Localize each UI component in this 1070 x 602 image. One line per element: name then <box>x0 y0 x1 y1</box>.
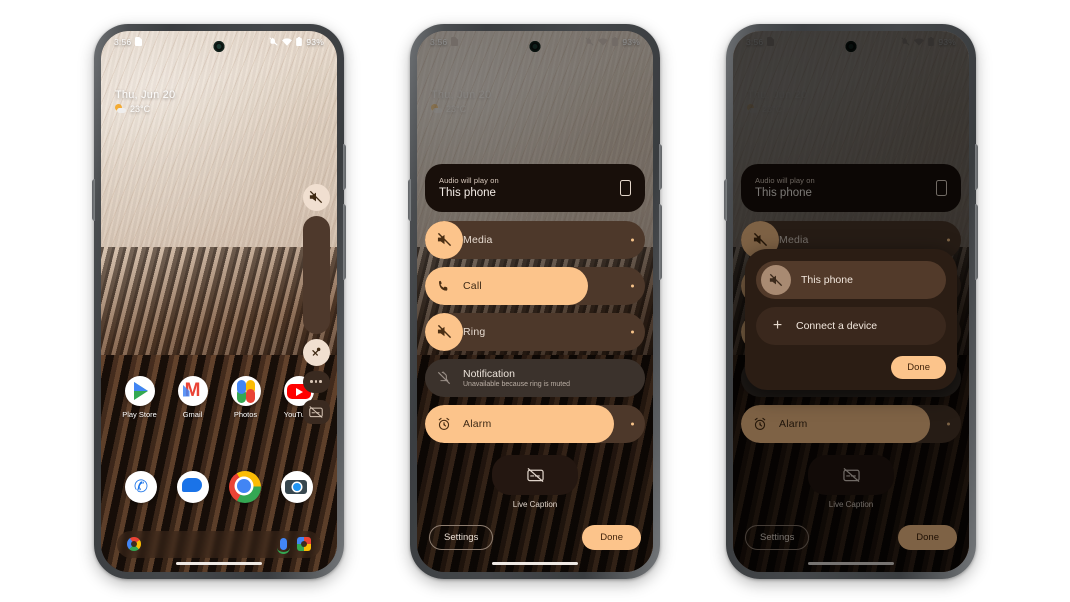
phone-1-screen: 3:56 93% Thu, Jun 20 23°C Play Store M G… <box>101 30 337 572</box>
plus-icon: + <box>772 316 783 334</box>
slider-label: Media <box>463 233 493 246</box>
live-caption-label: Live Caption <box>512 499 558 509</box>
ring-muted-icon <box>425 312 463 351</box>
slider-label: Ring <box>463 325 486 338</box>
picker-item-label: Connect a device <box>796 319 878 332</box>
volume-muted-icon <box>425 220 463 259</box>
gmail-icon <box>177 375 208 406</box>
google-g-icon <box>127 537 141 551</box>
live-caption-icon <box>526 467 544 482</box>
partly-cloudy-icon <box>115 103 126 115</box>
slider-alarm[interactable]: Alarm <box>425 404 645 443</box>
audio-output-card[interactable]: Audio will play on This phone <box>425 163 645 212</box>
camera-icon[interactable] <box>281 470 313 503</box>
phone-2-screen: 3:56 93% Thu, Jun 20 23°C Audio will pla… <box>417 30 653 572</box>
slider-call[interactable]: Call <box>425 266 645 305</box>
widget-temperature: 23°C <box>130 104 151 114</box>
picker-done-button[interactable]: Done <box>891 355 946 379</box>
power-button[interactable] <box>975 203 978 280</box>
chrome-icon[interactable] <box>229 470 261 503</box>
volume-buttons[interactable] <box>975 143 978 190</box>
slider-label: Notification <box>463 367 515 380</box>
volume-sliders: Media Call <box>425 220 645 443</box>
phone-3-screen: 3:56 93% <box>733 30 969 572</box>
output-subtitle: Audio will play on <box>439 176 499 185</box>
microphone-icon[interactable] <box>277 538 290 554</box>
app-label: Play Store <box>122 409 157 419</box>
phone-icon[interactable] <box>125 470 157 503</box>
live-caption-section: Live Caption <box>425 454 645 509</box>
slider-end-dot <box>631 238 634 241</box>
phone-2-volume-panel: 3:56 93% Thu, Jun 20 23°C Audio will pla… <box>408 23 662 579</box>
slider-end-dot <box>631 422 634 425</box>
app-photos[interactable]: Photos <box>223 375 269 419</box>
front-camera <box>213 40 225 52</box>
google-search-bar[interactable] <box>117 530 321 558</box>
sim-card-icon <box>135 37 143 46</box>
widget-weather: 23°C <box>115 103 175 115</box>
alarm-icon <box>425 417 463 431</box>
google-photos-icon <box>230 375 261 406</box>
play-store-icon <box>124 375 155 406</box>
messages-icon[interactable] <box>177 470 209 503</box>
at-a-glance-widget[interactable]: Thu, Jun 20 23°C <box>115 89 175 115</box>
notification-muted-icon <box>425 371 463 385</box>
phone-3-output-picker: 3:56 93% <box>724 23 978 579</box>
call-icon <box>425 279 463 293</box>
dialog-actions: Settings Done <box>425 524 645 564</box>
battery-percent: 93% <box>306 36 324 47</box>
output-title: This phone <box>439 187 496 199</box>
volume-muted-icon <box>761 264 791 295</box>
volume-rail <box>301 183 331 424</box>
dock <box>101 470 337 503</box>
slider-end-dot <box>631 330 634 333</box>
slider-label: Call <box>463 279 482 292</box>
live-caption-icon[interactable] <box>302 399 330 424</box>
gesture-bar[interactable] <box>176 561 262 565</box>
widget-date: Thu, Jun 20 <box>115 88 176 101</box>
done-button[interactable]: Done <box>582 524 641 550</box>
volume-buttons[interactable] <box>343 143 346 190</box>
slider-sublabel: Unavailable because ring is muted <box>463 380 571 388</box>
picker-item-label: This phone <box>801 273 853 286</box>
phone-showcase: 3:56 93% Thu, Jun 20 23°C Play Store M G… <box>0 0 1070 602</box>
slider-media[interactable]: Media <box>425 220 645 259</box>
app-label: Gmail <box>182 409 203 419</box>
ring-muted-icon <box>269 37 278 46</box>
slider-end-dot <box>631 284 634 287</box>
settings-button[interactable]: Settings <box>429 524 494 550</box>
status-time: 3:56 <box>114 36 132 47</box>
picker-item-connect-device[interactable]: + Connect a device <box>756 306 946 345</box>
volume-slider-track[interactable] <box>302 215 330 334</box>
more-options-icon[interactable] <box>302 370 330 393</box>
slider-ring[interactable]: Ring <box>425 312 645 351</box>
power-button[interactable] <box>343 203 346 280</box>
picker-item-this-phone[interactable]: This phone <box>756 260 946 299</box>
app-gmail[interactable]: Gmail <box>170 375 216 419</box>
volume-buttons[interactable] <box>659 143 662 190</box>
phone-1-home-screen: 3:56 93% Thu, Jun 20 23°C Play Store M G… <box>92 23 346 579</box>
wifi-icon <box>282 37 293 46</box>
power-button[interactable] <box>659 203 662 280</box>
slider-notification: Notification Unavailable because ring is… <box>425 358 645 397</box>
app-play-store[interactable]: Play Store <box>117 375 163 419</box>
battery-icon <box>296 37 303 46</box>
volume-dialog: Audio will play on This phone Media <box>425 163 645 564</box>
ring-vibrate-icon[interactable] <box>302 338 330 366</box>
output-picker-dialog: This phone + Connect a device Done <box>745 248 957 390</box>
live-caption-button[interactable] <box>492 454 578 495</box>
phone-device-icon <box>620 179 631 196</box>
google-lens-icon[interactable] <box>297 537 311 551</box>
app-label: Photos <box>233 409 258 419</box>
slider-label: Alarm <box>463 417 492 430</box>
volume-muted-icon[interactable] <box>302 183 330 211</box>
